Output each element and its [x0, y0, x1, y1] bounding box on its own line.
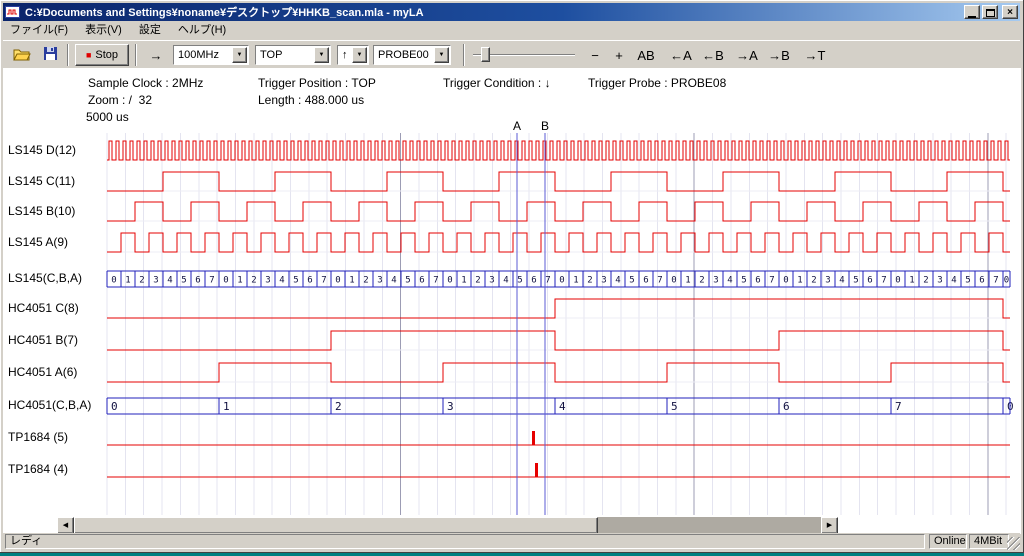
- trigger-probe-text: Trigger Probe : PROBE08: [588, 76, 726, 90]
- chevron-down-icon[interactable]: ▼: [434, 47, 449, 63]
- menu-settings[interactable]: 設定: [132, 21, 168, 40]
- cursor-b-label[interactable]: B: [539, 119, 551, 133]
- close-button[interactable]: ×: [1002, 5, 1018, 19]
- time-scale-label: 5000 us: [86, 110, 129, 124]
- channel-label: LS145(C,B,A): [8, 271, 82, 285]
- channel-label: LS145 B(10): [8, 204, 75, 218]
- channel-label: TP1684 (4): [8, 462, 68, 476]
- trigger-condition-text: Trigger Condition : ↓: [443, 76, 551, 90]
- run-button[interactable]: →: [143, 44, 169, 66]
- toolbar-separator: [135, 44, 137, 66]
- channel-label: HC4051 A(6): [8, 365, 77, 379]
- length-text: Length : 488.000 us: [258, 93, 364, 107]
- toolbar-separator: [463, 44, 465, 66]
- menu-view[interactable]: 表示(V): [78, 21, 129, 40]
- channel-label: LS145 A(9): [8, 235, 68, 249]
- stop-icon: ■: [86, 51, 91, 60]
- title-bar[interactable]: C:¥Documents and Settings¥noname¥デスクトップ¥…: [3, 3, 1020, 21]
- scroll-left-button[interactable]: ◀: [57, 517, 74, 534]
- menu-file[interactable]: ファイル(F): [3, 21, 75, 40]
- horizontal-scrollbar[interactable]: ◀ ▶: [57, 517, 838, 534]
- trigger-pos-combo[interactable]: TOP ▼: [255, 45, 331, 65]
- channel-label: LS145 C(11): [8, 174, 75, 188]
- save-button[interactable]: [39, 44, 61, 66]
- zoom-slider-thumb[interactable]: [481, 47, 490, 62]
- minimize-icon: [968, 16, 976, 18]
- goto-cursor-a-button[interactable]: ←A: [667, 44, 695, 66]
- move-cursor-a-button[interactable]: →A: [733, 44, 761, 66]
- status-online: Online: [929, 534, 967, 549]
- zoom-text: Zoom : / 32: [88, 93, 152, 107]
- probe-combo[interactable]: PROBE00 ▼: [373, 45, 451, 65]
- trigger-position-text: Trigger Position : TOP: [258, 76, 376, 90]
- chevron-down-icon[interactable]: ▼: [352, 47, 367, 63]
- stop-button[interactable]: ■ Stop: [75, 44, 129, 66]
- status-bar: レディ Online 4MBit: [3, 533, 1020, 550]
- channel-label: HC4051 B(7): [8, 333, 78, 347]
- save-floppy-icon: [43, 46, 58, 61]
- status-message: レディ: [5, 534, 925, 549]
- resize-grip[interactable]: [1007, 537, 1020, 550]
- channel-label: LS145 D(12): [8, 143, 76, 157]
- sample-clock-text: Sample Clock : 2MHz: [88, 76, 203, 90]
- stop-label: Stop: [95, 49, 118, 61]
- app-icon: [5, 5, 21, 19]
- ab-button[interactable]: AB: [633, 44, 659, 66]
- client-area: [3, 68, 1021, 534]
- channel-label: TP1684 (5): [8, 430, 68, 444]
- edge-combo[interactable]: ↑ ▼: [337, 45, 369, 65]
- chevron-down-icon[interactable]: ▼: [232, 47, 247, 63]
- channel-label: HC4051 C(8): [8, 301, 79, 315]
- menu-bar: ファイル(F) 表示(V) 設定 ヘルプ(H): [3, 21, 1020, 40]
- trigger-pos-combo-value: TOP: [260, 46, 313, 64]
- goto-trigger-button[interactable]: →T: [801, 44, 829, 66]
- toolbar-separator: [67, 44, 69, 66]
- edge-combo-value: ↑: [342, 46, 351, 64]
- status-memory: 4MBit: [969, 534, 1009, 549]
- probe-combo-value: PROBE00: [378, 46, 433, 64]
- maximize-button[interactable]: [982, 5, 998, 19]
- goto-cursor-b-button[interactable]: ←B: [699, 44, 727, 66]
- move-cursor-b-button[interactable]: →B: [765, 44, 793, 66]
- channel-label: HC4051(C,B,A): [8, 398, 91, 412]
- clock-combo-value: 100MHz: [178, 46, 231, 64]
- window-title: C:¥Documents and Settings¥noname¥デスクトップ¥…: [25, 4, 964, 20]
- open-button[interactable]: [11, 44, 33, 66]
- minimize-button[interactable]: [964, 5, 980, 19]
- maximize-icon: [986, 9, 995, 17]
- zoom-out-button[interactable]: −: [585, 44, 605, 66]
- zoom-slider[interactable]: [471, 44, 577, 66]
- app-window: C:¥Documents and Settings¥noname¥デスクトップ¥…: [0, 0, 1024, 553]
- scrollbar-thumb[interactable]: [74, 517, 598, 534]
- menu-help[interactable]: ヘルプ(H): [171, 21, 233, 40]
- scrollbar-track[interactable]: [598, 517, 821, 534]
- window-controls: ×: [964, 5, 1018, 19]
- toolbar: ■ Stop → 100MHz ▼ TOP ▼ ↑ ▼ PROBE00 ▼ − …: [3, 40, 1020, 68]
- open-folder-icon: [13, 47, 31, 61]
- cursor-a-label[interactable]: A: [511, 119, 523, 133]
- zoom-in-button[interactable]: +: [609, 44, 629, 66]
- scroll-right-button[interactable]: ▶: [821, 517, 838, 534]
- chevron-down-icon[interactable]: ▼: [314, 47, 329, 63]
- clock-combo[interactable]: 100MHz ▼: [173, 45, 249, 65]
